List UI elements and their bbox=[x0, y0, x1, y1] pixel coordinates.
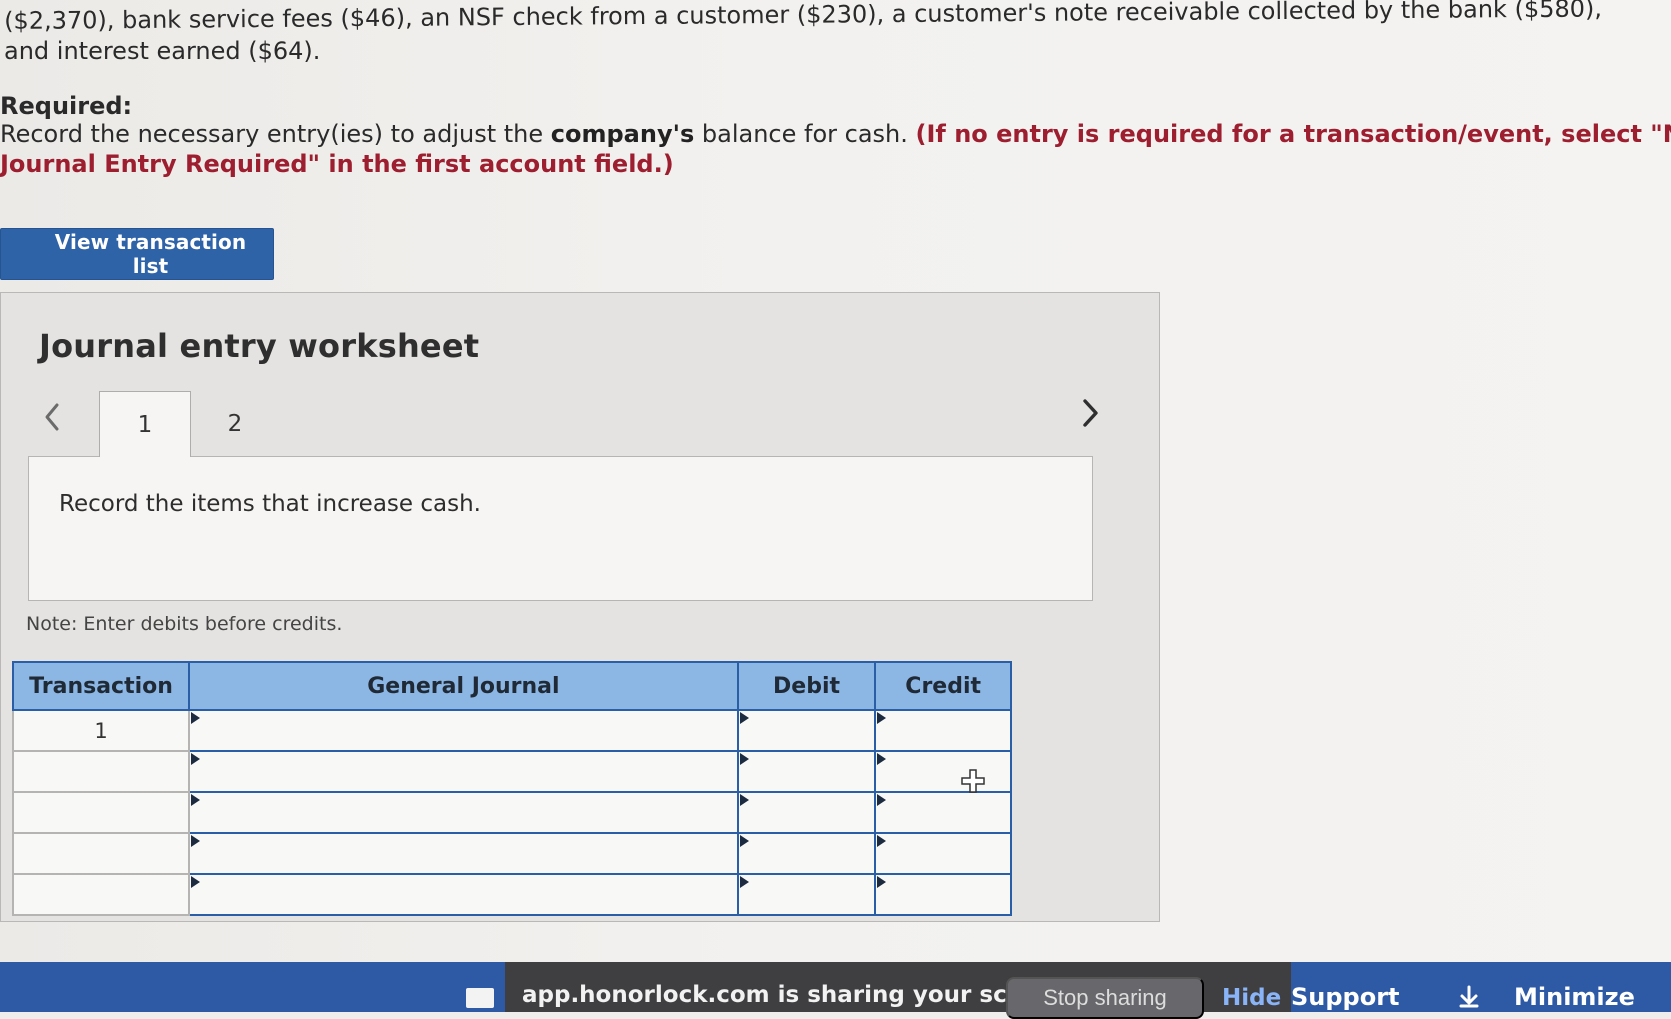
sharing-message: app.honorlock.com is sharing your screen… bbox=[522, 982, 1074, 1008]
debit-column-header: Debit bbox=[738, 662, 876, 710]
problem-line-2: and interest earned ($64). bbox=[4, 34, 320, 68]
instruction-text: Record the items that increase cash. bbox=[59, 491, 481, 517]
chevron-left-icon bbox=[42, 402, 62, 432]
required-text-continued: balance for cash. bbox=[694, 120, 915, 148]
transaction-cell bbox=[13, 833, 189, 874]
transaction-column-header: Transaction bbox=[13, 662, 189, 710]
required-text: Record the necessary entry(ies) to adjus… bbox=[0, 120, 551, 148]
worksheet-tab-2[interactable]: 2 bbox=[211, 391, 259, 457]
stop-sharing-button[interactable]: Stop sharing bbox=[1006, 977, 1204, 1019]
debit-cell[interactable] bbox=[738, 792, 876, 833]
input-marker-icon bbox=[191, 753, 200, 765]
general-journal-cell[interactable] bbox=[189, 874, 738, 915]
input-marker-icon bbox=[191, 794, 200, 806]
journal-entry-worksheet: Journal entry worksheet 1 2 Record the i… bbox=[0, 292, 1160, 922]
transaction-cell bbox=[13, 874, 189, 915]
note-text: Note: Enter debits before credits. bbox=[26, 613, 342, 635]
input-marker-icon bbox=[740, 794, 749, 806]
table-row bbox=[13, 751, 1011, 792]
debit-cell[interactable] bbox=[738, 833, 876, 874]
worksheet-title: Journal entry worksheet bbox=[39, 327, 479, 365]
credit-cell[interactable] bbox=[875, 874, 1011, 915]
table-row bbox=[13, 833, 1011, 874]
next-tab-button[interactable] bbox=[1074, 393, 1106, 433]
no-entry-instruction-continued: Journal Entry Required" in the first acc… bbox=[0, 150, 674, 178]
journal-entry-table: Transaction General Journal Debit Credit… bbox=[12, 661, 1012, 916]
download-arrow-icon bbox=[1457, 985, 1481, 1009]
transaction-cell: 1 bbox=[13, 710, 189, 751]
required-line-2: Journal Entry Required" in the first acc… bbox=[0, 148, 674, 180]
input-marker-icon bbox=[191, 712, 200, 724]
input-marker-icon bbox=[740, 876, 749, 888]
screen-share-icon bbox=[466, 988, 494, 1008]
minimize-button[interactable]: Minimize bbox=[1514, 983, 1635, 1011]
input-marker-icon bbox=[191, 835, 200, 847]
general-journal-column-header: General Journal bbox=[189, 662, 738, 710]
required-line-1: Record the necessary entry(ies) to adjus… bbox=[0, 118, 1671, 150]
no-entry-instruction: (If no entry is required for a transacti… bbox=[916, 120, 1671, 148]
debit-cell[interactable] bbox=[738, 751, 876, 792]
general-journal-cell[interactable] bbox=[189, 833, 738, 874]
debit-cell[interactable] bbox=[738, 710, 876, 751]
homework-page: ($2,370), bank service fees ($46), an NS… bbox=[0, 0, 1671, 1012]
credit-cell[interactable] bbox=[875, 710, 1011, 751]
input-marker-icon bbox=[191, 876, 200, 888]
problem-line-1: ($2,370), bank service fees ($46), an NS… bbox=[4, 0, 1602, 38]
table-row bbox=[13, 792, 1011, 833]
general-journal-cell[interactable] bbox=[189, 710, 738, 751]
input-marker-icon bbox=[740, 753, 749, 765]
previous-tab-button[interactable] bbox=[39, 397, 65, 437]
input-marker-icon bbox=[877, 753, 886, 765]
debit-cell[interactable] bbox=[738, 874, 876, 915]
transaction-cell bbox=[13, 792, 189, 833]
hide-sharing-link[interactable]: Hide bbox=[1222, 985, 1281, 1011]
table-row: 1 bbox=[13, 710, 1011, 751]
credit-column-header: Credit bbox=[875, 662, 1011, 710]
input-marker-icon bbox=[740, 712, 749, 724]
view-transaction-list-button[interactable]: View transaction list bbox=[0, 228, 274, 280]
general-journal-cell[interactable] bbox=[189, 751, 738, 792]
transaction-cell bbox=[13, 751, 189, 792]
input-marker-icon bbox=[877, 712, 886, 724]
input-marker-icon bbox=[877, 876, 886, 888]
instruction-panel: Record the items that increase cash. bbox=[28, 456, 1093, 601]
chevron-right-icon bbox=[1079, 397, 1101, 429]
credit-cell[interactable] bbox=[875, 751, 1011, 792]
input-marker-icon bbox=[877, 794, 886, 806]
company-emphasis: company's bbox=[551, 120, 694, 148]
input-marker-icon bbox=[740, 835, 749, 847]
credit-cell[interactable] bbox=[875, 833, 1011, 874]
general-journal-cell[interactable] bbox=[189, 792, 738, 833]
support-button[interactable]: Support bbox=[1291, 983, 1400, 1011]
worksheet-tab-1[interactable]: 1 bbox=[99, 391, 191, 457]
input-marker-icon bbox=[877, 835, 886, 847]
credit-cell[interactable] bbox=[875, 792, 1011, 833]
table-header-row: Transaction General Journal Debit Credit bbox=[13, 662, 1011, 710]
table-row bbox=[13, 874, 1011, 915]
